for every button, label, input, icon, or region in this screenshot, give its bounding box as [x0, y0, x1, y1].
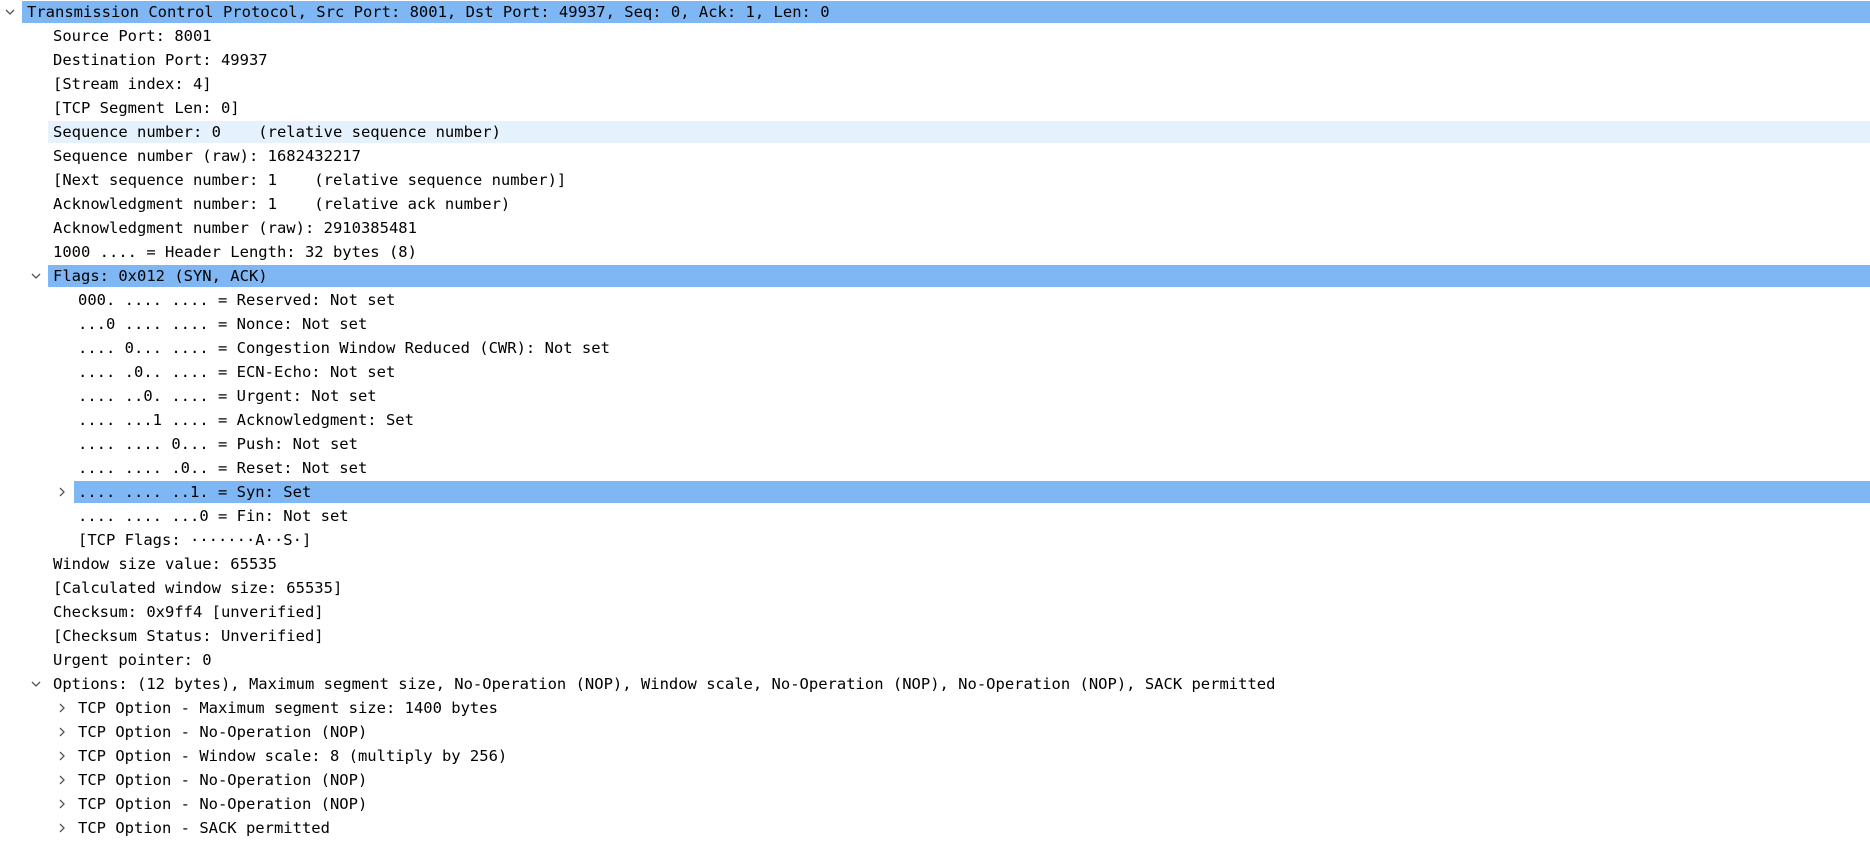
- tree-row[interactable]: [Next sequence number: 1 (relative seque…: [0, 168, 1870, 192]
- chevron-down-icon[interactable]: [26, 264, 46, 288]
- tree-row[interactable]: TCP Option - No-Operation (NOP): [0, 720, 1870, 744]
- tree-row-label: TCP Option - Window scale: 8 (multiply b…: [78, 747, 508, 765]
- selection-highlight: [74, 481, 1870, 503]
- tree-row-label: .... 0... .... = Congestion Window Reduc…: [78, 339, 610, 357]
- tree-row[interactable]: [TCP Flags: ·······A··S·]: [0, 528, 1870, 552]
- tree-row-label: Options: (12 bytes), Maximum segment siz…: [53, 675, 1276, 693]
- tree-row-label: [Checksum Status: Unverified]: [53, 627, 324, 645]
- tree-row-label: .... .... .0.. = Reset: Not set: [78, 459, 368, 477]
- tree-row[interactable]: Source Port: 8001: [0, 24, 1870, 48]
- tree-row-label: Sequence number: 0 (relative sequence nu…: [53, 123, 501, 141]
- tree-row[interactable]: 000. .... .... = Reserved: Not set: [0, 288, 1870, 312]
- tree-row-label: TCP Option - SACK permitted: [78, 819, 330, 837]
- tree-row[interactable]: [Checksum Status: Unverified]: [0, 624, 1870, 648]
- selection-highlight: [48, 265, 1870, 287]
- chevron-right-icon[interactable]: [52, 768, 72, 792]
- tree-row-label: Checksum: 0x9ff4 [unverified]: [53, 603, 324, 621]
- tree-row[interactable]: Sequence number (raw): 1682432217: [0, 144, 1870, 168]
- tree-row-label: [Stream index: 4]: [53, 75, 212, 93]
- tree-row-label: TCP Option - Maximum segment size: 1400 …: [78, 699, 498, 717]
- tree-row-label: .... ..0. .... = Urgent: Not set: [78, 387, 377, 405]
- tree-row[interactable]: TCP Option - No-Operation (NOP): [0, 792, 1870, 816]
- chevron-right-icon[interactable]: [52, 744, 72, 768]
- tree-row[interactable]: TCP Option - SACK permitted: [0, 816, 1870, 840]
- tree-row[interactable]: .... .... ..1. = Syn: Set: [0, 480, 1870, 504]
- tree-row[interactable]: .... ...1 .... = Acknowledgment: Set: [0, 408, 1870, 432]
- tree-row-label: TCP Option - No-Operation (NOP): [78, 723, 368, 741]
- tree-row[interactable]: Transmission Control Protocol, Src Port:…: [0, 0, 1870, 24]
- tree-row-label: .... .... ...0 = Fin: Not set: [78, 507, 349, 525]
- tree-row[interactable]: [Calculated window size: 65535]: [0, 576, 1870, 600]
- tree-row[interactable]: ...0 .... .... = Nonce: Not set: [0, 312, 1870, 336]
- tree-row[interactable]: .... .... 0... = Push: Not set: [0, 432, 1870, 456]
- tree-row-label: Window size value: 65535: [53, 555, 277, 573]
- tree-row-label: Flags: 0x012 (SYN, ACK): [53, 267, 268, 285]
- tree-row-label: [Calculated window size: 65535]: [53, 579, 343, 597]
- tree-row[interactable]: [TCP Segment Len: 0]: [0, 96, 1870, 120]
- tree-row-label: .... .... ..1. = Syn: Set: [78, 483, 312, 501]
- tree-row[interactable]: .... ..0. .... = Urgent: Not set: [0, 384, 1870, 408]
- chevron-right-icon[interactable]: [52, 480, 72, 504]
- tree-row-label: .... .... 0... = Push: Not set: [78, 435, 358, 453]
- tree-row[interactable]: Flags: 0x012 (SYN, ACK): [0, 264, 1870, 288]
- tree-row-label: Sequence number (raw): 1682432217: [53, 147, 361, 165]
- chevron-right-icon[interactable]: [52, 696, 72, 720]
- tree-row[interactable]: .... .... ...0 = Fin: Not set: [0, 504, 1870, 528]
- tree-row[interactable]: .... .0.. .... = ECN-Echo: Not set: [0, 360, 1870, 384]
- tree-row-label: 000. .... .... = Reserved: Not set: [78, 291, 396, 309]
- tree-row[interactable]: 1000 .... = Header Length: 32 bytes (8): [0, 240, 1870, 264]
- tree-row[interactable]: Destination Port: 49937: [0, 48, 1870, 72]
- tree-row-label: 1000 .... = Header Length: 32 bytes (8): [53, 243, 417, 261]
- tree-row[interactable]: Checksum: 0x9ff4 [unverified]: [0, 600, 1870, 624]
- tree-row[interactable]: Options: (12 bytes), Maximum segment siz…: [0, 672, 1870, 696]
- tree-row[interactable]: Urgent pointer: 0: [0, 648, 1870, 672]
- tree-row[interactable]: TCP Option - Window scale: 8 (multiply b…: [0, 744, 1870, 768]
- tree-row-label: [TCP Segment Len: 0]: [53, 99, 240, 117]
- tree-row[interactable]: .... 0... .... = Congestion Window Reduc…: [0, 336, 1870, 360]
- tree-row-label: [Next sequence number: 1 (relative seque…: [53, 171, 567, 189]
- chevron-right-icon[interactable]: [52, 720, 72, 744]
- tree-row-label: Source Port: 8001: [53, 27, 212, 45]
- chevron-right-icon[interactable]: [52, 792, 72, 816]
- tree-row[interactable]: .... .... .0.. = Reset: Not set: [0, 456, 1870, 480]
- tree-row-label: TCP Option - No-Operation (NOP): [78, 795, 368, 813]
- tree-row[interactable]: TCP Option - No-Operation (NOP): [0, 768, 1870, 792]
- tree-row-label: .... .0.. .... = ECN-Echo: Not set: [78, 363, 396, 381]
- tree-row[interactable]: TCP Option - Maximum segment size: 1400 …: [0, 696, 1870, 720]
- tree-row[interactable]: Window size value: 65535: [0, 552, 1870, 576]
- tree-row[interactable]: Sequence number: 0 (relative sequence nu…: [0, 120, 1870, 144]
- tree-row-label: Transmission Control Protocol, Src Port:…: [27, 3, 830, 21]
- chevron-right-icon[interactable]: [52, 816, 72, 840]
- tree-row-label: .... ...1 .... = Acknowledgment: Set: [78, 411, 414, 429]
- tree-row-label: Destination Port: 49937: [53, 51, 268, 69]
- tree-row[interactable]: Acknowledgment number (raw): 2910385481: [0, 216, 1870, 240]
- tree-row-label: ...0 .... .... = Nonce: Not set: [78, 315, 368, 333]
- tree-row[interactable]: Acknowledgment number: 1 (relative ack n…: [0, 192, 1870, 216]
- tree-row-label: [TCP Flags: ·······A··S·]: [78, 531, 312, 549]
- tree-row-label: Acknowledgment number (raw): 2910385481: [53, 219, 417, 237]
- tree-row-label: TCP Option - No-Operation (NOP): [78, 771, 368, 789]
- tree-row-label: Acknowledgment number: 1 (relative ack n…: [53, 195, 511, 213]
- tree-row[interactable]: [Stream index: 4]: [0, 72, 1870, 96]
- chevron-down-icon[interactable]: [26, 672, 46, 696]
- packet-details-tree[interactable]: Transmission Control Protocol, Src Port:…: [0, 0, 1870, 842]
- chevron-down-icon[interactable]: [0, 0, 20, 24]
- tree-row-label: Urgent pointer: 0: [53, 651, 212, 669]
